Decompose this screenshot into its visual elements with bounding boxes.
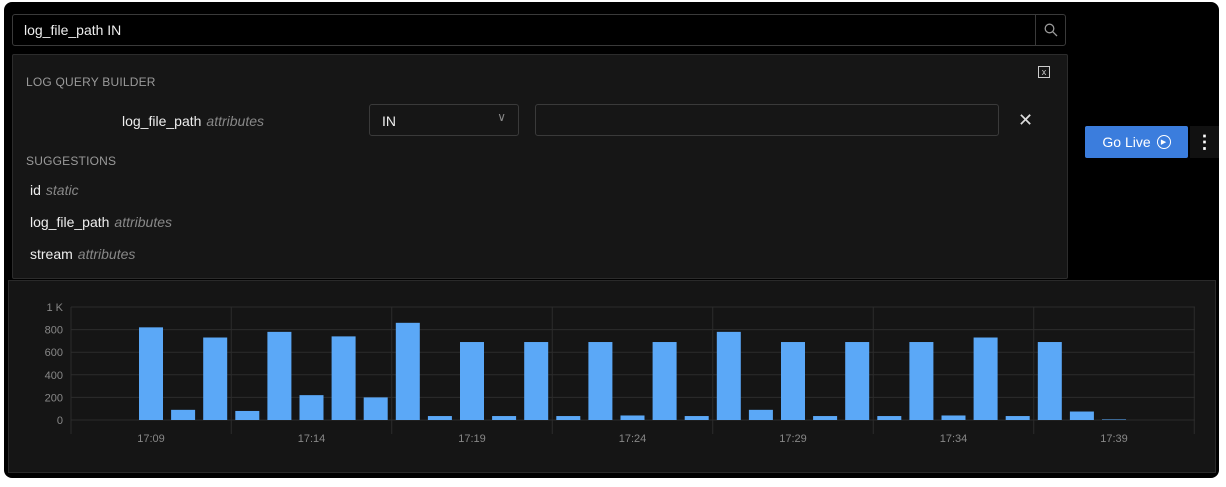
histogram-bar	[1102, 419, 1126, 420]
x-tick-label: 17:39	[1100, 433, 1128, 445]
go-live-button[interactable]: Go Live ▶	[1085, 126, 1188, 158]
histogram-panel: 0 200 400 600 800 1 K 17:09 17:14 17:19 17:24 17:2…	[8, 280, 1216, 473]
play-icon: ▶	[1156, 135, 1171, 149]
histogram-bar	[845, 342, 870, 420]
histogram-bar	[556, 416, 581, 420]
histogram-bar	[941, 415, 966, 420]
suggestion-type: attributes	[77, 246, 136, 262]
remove-condition-icon[interactable]: ✕	[1018, 110, 1033, 131]
y-tick-label: 600	[45, 347, 63, 359]
suggestions-title: SUGGESTIONS	[26, 154, 117, 168]
histogram-bar	[524, 342, 549, 420]
x-tick-label: 17:24	[619, 433, 647, 445]
histogram-bar	[716, 331, 741, 420]
suggestion-item[interactable]: log_file_path attributes	[30, 214, 172, 230]
histogram-bar	[331, 336, 356, 420]
suggestion-name: stream	[30, 246, 73, 262]
search-input[interactable]	[13, 15, 1035, 45]
histogram-bar	[1005, 416, 1030, 420]
condition-field: log_file_path attributes	[122, 113, 264, 129]
suggestion-item[interactable]: id static	[30, 182, 79, 198]
log-query-builder: LOG QUERY BUILDER x log_file_path attribu…	[12, 54, 1068, 279]
suggestion-type: static	[45, 182, 79, 198]
x-tick-label: 17:09	[137, 433, 165, 445]
histogram-bar	[1037, 342, 1062, 420]
histogram-bar	[588, 342, 613, 420]
histogram-bar	[909, 342, 934, 420]
histogram-bar	[492, 416, 517, 420]
histogram-bar	[427, 416, 452, 420]
y-tick-label: 800	[45, 325, 63, 337]
suggestion-name: id	[30, 182, 41, 198]
builder-title: LOG QUERY BUILDER	[26, 75, 156, 89]
histogram-bar	[395, 322, 420, 420]
histogram-bar	[748, 409, 773, 420]
search-bar	[12, 14, 1066, 46]
app-window: LOG QUERY BUILDER x log_file_pathattribu…	[4, 2, 1219, 478]
suggestion-item[interactable]: stream attributes	[30, 246, 135, 262]
chevron-down-icon: ∨	[497, 110, 506, 124]
histogram-bar	[363, 397, 388, 420]
histogram-bar	[235, 410, 260, 420]
x-tick-label: 17:29	[779, 433, 807, 445]
histogram-bar	[299, 395, 324, 420]
histogram-bar	[171, 409, 196, 420]
field-type: attributes	[206, 113, 264, 129]
histogram-bar	[203, 337, 228, 420]
histogram-bar	[684, 416, 709, 420]
x-tick-label: 17:14	[298, 433, 326, 445]
operator-select[interactable]: IN ∨	[369, 104, 519, 136]
histogram-bar	[781, 342, 805, 420]
condition-value-input[interactable]	[535, 104, 999, 136]
histogram-chart: 0 200 400 600 800 1 K 17:09 17:14 17:19 17:24 17:2…	[45, 302, 1195, 445]
search-button[interactable]	[1035, 15, 1065, 45]
more-options-icon[interactable]: ⋮	[1190, 126, 1219, 158]
field-name: log_file_path	[122, 113, 202, 129]
y-tick-label: 400	[45, 370, 63, 382]
histogram-bar	[1069, 411, 1094, 420]
histogram-bar	[620, 415, 645, 420]
y-tick-label: 0	[57, 415, 63, 427]
histogram-bar	[460, 342, 484, 420]
histogram-bar	[652, 342, 677, 420]
x-tick-label: 17:34	[940, 433, 968, 445]
search-icon	[1044, 23, 1057, 37]
suggestion-name: log_file_path	[30, 214, 110, 230]
close-panel-icon[interactable]: x	[1038, 66, 1050, 78]
x-tick-label: 17:19	[458, 433, 486, 445]
histogram-bar	[139, 327, 163, 420]
suggestion-type: attributes	[114, 214, 172, 230]
histogram-bar	[877, 416, 902, 420]
y-tick-label: 200	[45, 392, 63, 404]
histogram-bar	[813, 416, 838, 420]
histogram-bar	[267, 331, 292, 420]
y-tick-label: 1 K	[46, 302, 63, 314]
operator-value: IN	[382, 113, 396, 129]
histogram-bar	[973, 337, 998, 420]
go-live-label: Go Live	[1102, 134, 1151, 150]
